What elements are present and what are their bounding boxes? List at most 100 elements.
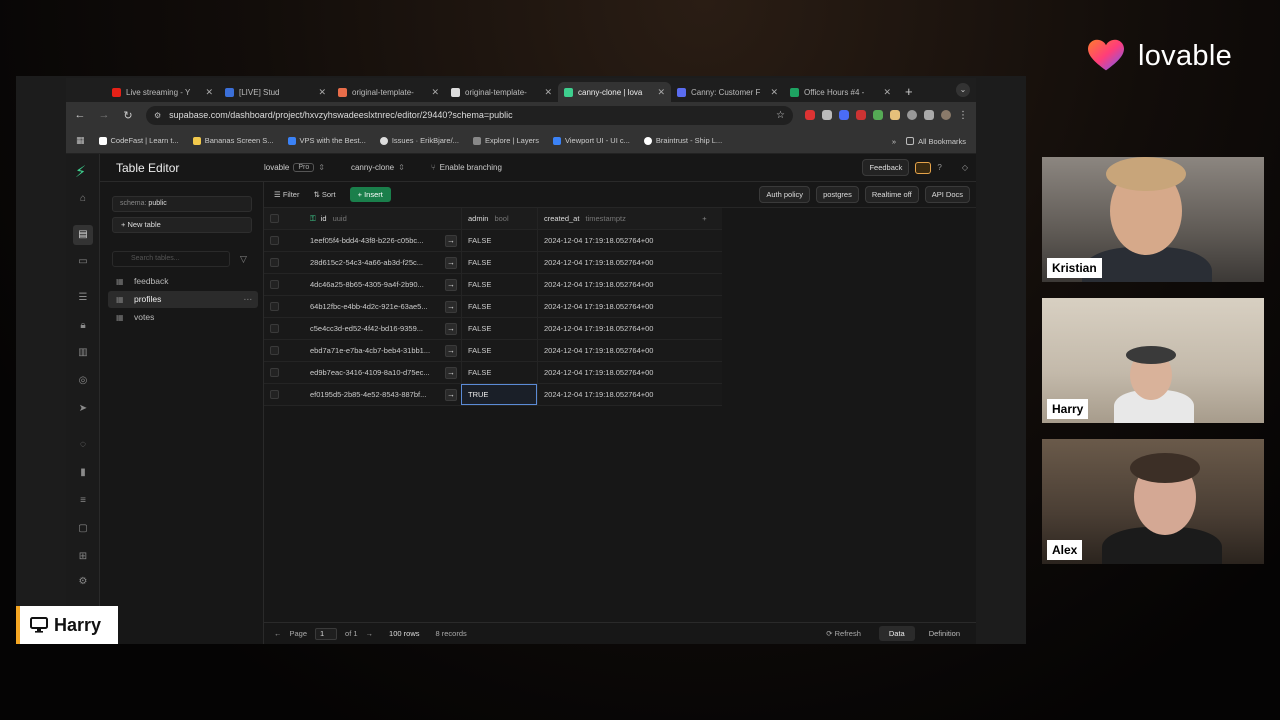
cell-created-at[interactable]: 2024-12-04 17:19:18.052764+00: [537, 296, 687, 317]
cell-created-at[interactable]: 2024-12-04 17:19:18.052764+00: [537, 274, 687, 295]
cell-id[interactable]: ef0195d5-2b85-4e52-8543-887bf... →: [296, 388, 461, 401]
column-header-id[interactable]: ⚿ id uuid: [296, 214, 461, 224]
arrow-right-icon[interactable]: →: [445, 234, 457, 247]
tab-studio[interactable]: [LIVE] Stud ✕: [219, 82, 332, 102]
row-checkbox[interactable]: [264, 302, 296, 311]
cell-created-at[interactable]: 2024-12-04 17:19:18.052764+00: [537, 384, 687, 405]
table-row[interactable]: 4dc46a25-8b65-4305-9a4f-2b90... → FALSE 202…: [264, 274, 722, 296]
bookmark-item[interactable]: VPS with the Best...: [287, 136, 366, 145]
role-selector[interactable]: postgres: [816, 186, 859, 203]
filter-button[interactable]: ☰ Filter: [274, 190, 299, 199]
more-options-icon[interactable]: ⋯: [244, 291, 253, 308]
sidebar-item-votes[interactable]: ▦ votes: [108, 309, 258, 326]
extension-icon[interactable]: [839, 110, 849, 120]
cell-admin[interactable]: FALSE: [461, 340, 537, 361]
close-icon[interactable]: ✕: [883, 87, 891, 98]
tab-original-template-2[interactable]: original-template- ✕: [445, 82, 558, 102]
address-bar[interactable]: ⚙ supabase.com/dashboard/project/hxvzyhs…: [146, 105, 793, 125]
notifications-icon[interactable]: ◇: [962, 163, 968, 172]
select-all-checkbox[interactable]: [264, 214, 296, 223]
row-checkbox[interactable]: [264, 390, 296, 399]
integrations-icon[interactable]: ⊞: [76, 550, 90, 564]
all-bookmarks[interactable]: All Bookmarks: [906, 137, 966, 146]
back-icon[interactable]: ←: [74, 109, 86, 121]
logs-icon[interactable]: ≡: [76, 494, 90, 508]
extension-icon[interactable]: [856, 110, 866, 120]
row-checkbox[interactable]: [264, 346, 296, 355]
reports-icon[interactable]: ▮: [76, 466, 90, 480]
auth-policy-button[interactable]: Auth policy: [759, 186, 811, 203]
cell-created-at[interactable]: 2024-12-04 17:19:18.052764+00: [537, 318, 687, 339]
advisors-icon[interactable]: ◌: [76, 438, 90, 452]
enable-branching-button[interactable]: ⑂ Enable branching: [431, 163, 502, 172]
avatar-icon[interactable]: [941, 110, 951, 120]
close-icon[interactable]: ✕: [657, 87, 665, 98]
arrow-right-icon[interactable]: →: [445, 322, 457, 335]
realtime-icon[interactable]: ➤: [76, 402, 90, 416]
sidebar-item-profiles[interactable]: ▦ profiles ⋯: [108, 291, 258, 308]
sql-editor-icon[interactable]: ▭: [76, 255, 90, 269]
cell-created-at[interactable]: 2024-12-04 17:19:18.052764+00: [537, 362, 687, 383]
column-header-admin[interactable]: admin bool: [461, 208, 537, 229]
refresh-button[interactable]: ⟳ Refresh: [826, 629, 861, 638]
filter-icon[interactable]: ▽: [240, 254, 247, 265]
bookmark-item[interactable]: Viewport UI - UI c...: [553, 136, 630, 145]
arrow-right-icon[interactable]: →: [445, 300, 457, 313]
feedback-button[interactable]: Feedback: [862, 159, 910, 176]
cell-created-at[interactable]: 2024-12-04 17:19:18.052764+00: [537, 230, 687, 251]
org-selector[interactable]: lovable Pro ⇕: [264, 163, 325, 172]
bookmark-item[interactable]: CodeFast | Learn t...: [98, 136, 179, 145]
bookmark-item[interactable]: Braintrust - Ship L...: [643, 136, 722, 145]
arrow-right-icon[interactable]: →: [445, 256, 457, 269]
row-checkbox[interactable]: [264, 258, 296, 267]
puzzle-icon[interactable]: [924, 110, 934, 120]
new-tab-button[interactable]: +: [905, 82, 913, 102]
cell-admin[interactable]: FALSE: [461, 230, 537, 251]
schema-selector[interactable]: schema: public: [112, 196, 252, 212]
rows-per-page-selector[interactable]: 100 rows: [389, 629, 419, 638]
extension-icon[interactable]: [822, 110, 832, 120]
arrow-right-icon[interactable]: →: [445, 278, 457, 291]
cell-admin[interactable]: FALSE: [461, 296, 537, 317]
next-page-icon[interactable]: →: [366, 629, 374, 638]
cell-id[interactable]: 4dc46a25-8b65-4305-9a4f-2b90... →: [296, 278, 461, 291]
auth-lock-icon[interactable]: 🔒︎: [76, 319, 90, 333]
extension-icon[interactable]: [890, 110, 900, 120]
chevron-right-icon[interactable]: »: [892, 137, 896, 146]
site-info-icon[interactable]: ⚙: [154, 111, 161, 120]
tab-original-template-1[interactable]: original-template- ✕: [332, 82, 445, 102]
table-row[interactable]: ed9b7eac-3416-4109-8a10-d75ec... → FALSE 20…: [264, 362, 722, 384]
cell-created-at[interactable]: 2024-12-04 17:19:18.052764+00: [537, 252, 687, 273]
tab-definition[interactable]: Definition: [919, 626, 970, 641]
project-selector[interactable]: canny-clone ⇕: [351, 163, 405, 172]
add-column-button[interactable]: +: [687, 214, 722, 223]
supabase-logo-icon[interactable]: ⚡: [75, 162, 86, 182]
cell-admin[interactable]: FALSE: [461, 274, 537, 295]
assistant-icon[interactable]: [915, 161, 932, 174]
cell-id[interactable]: 64b12fbc-e4bb-4d2c-921e-63ae5... →: [296, 300, 461, 313]
table-row[interactable]: ef0195d5-2b85-4e52-8543-887bf... → TRUE 202…: [264, 384, 722, 406]
cell-admin[interactable]: FALSE: [461, 318, 537, 339]
search-tables-input[interactable]: Search tables...: [112, 251, 230, 267]
tab-canny[interactable]: Canny: Customer F ✕: [671, 82, 784, 102]
reload-icon[interactable]: ↻: [122, 109, 134, 122]
close-icon[interactable]: ✕: [770, 87, 778, 98]
bookmark-item[interactable]: Explore | Layers: [472, 136, 539, 145]
realtime-button[interactable]: Realtime off: [864, 186, 919, 203]
new-table-button[interactable]: + New table: [112, 217, 252, 233]
arrow-right-icon[interactable]: →: [445, 388, 457, 401]
bookmark-item[interactable]: Bananas Screen S...: [192, 136, 274, 145]
close-icon[interactable]: ✕: [544, 87, 552, 98]
settings-gear-icon[interactable]: ⚙: [76, 575, 90, 589]
extension-icon[interactable]: [873, 110, 883, 120]
extension-icon[interactable]: [805, 110, 815, 120]
row-checkbox[interactable]: [264, 368, 296, 377]
cell-created-at[interactable]: 2024-12-04 17:19:18.052764+00: [537, 340, 687, 361]
table-row[interactable]: 28d615c2-54c3-4a66-ab3d-f25c... → FALSE 202…: [264, 252, 722, 274]
cell-admin[interactable]: FALSE: [461, 252, 537, 273]
cell-id[interactable]: c5e4cc3d-ed52-4f42-bd16-9359... →: [296, 322, 461, 335]
table-row[interactable]: c5e4cc3d-ed52-4f42-bd16-9359... → FALSE 202…: [264, 318, 722, 340]
cell-id[interactable]: ed9b7eac-3416-4109-8a10-d75ec... →: [296, 366, 461, 379]
api-docs-button[interactable]: API Docs: [924, 186, 970, 203]
apps-icon[interactable]: ▦: [76, 135, 85, 146]
